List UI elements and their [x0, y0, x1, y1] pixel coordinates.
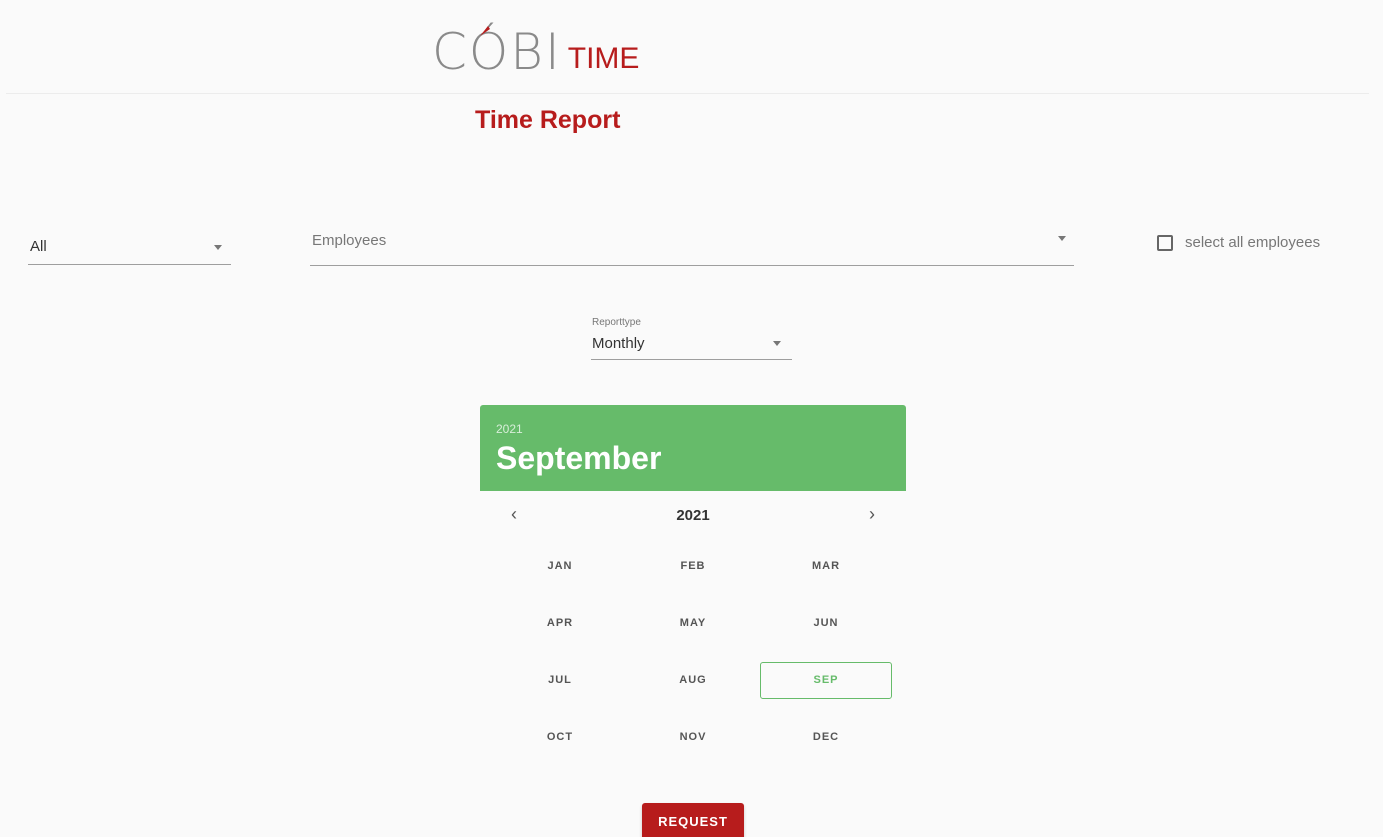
month-jul[interactable]: JUL — [494, 662, 626, 699]
checkbox-icon[interactable] — [1157, 234, 1173, 251]
header-divider — [6, 93, 1369, 94]
logo-product: TIME — [567, 42, 640, 75]
caret-down-icon — [773, 341, 781, 346]
picker-header-year[interactable]: 2021 — [496, 422, 523, 436]
select-all-employees-checkbox[interactable]: select all employees — [1157, 234, 1320, 251]
employees-select[interactable]: Employees — [310, 224, 1074, 266]
request-button[interactable]: REQUEST — [642, 803, 744, 837]
logo-accent-icon — [480, 26, 490, 36]
employees-placeholder: Employees — [312, 232, 387, 249]
logo-brand: CÓBI — [432, 23, 562, 81]
caret-down-icon — [1058, 236, 1066, 241]
reporttype-select[interactable]: Reporttype Monthly — [591, 314, 792, 360]
month-dec[interactable]: DEC — [760, 719, 892, 756]
reporttype-label: Reporttype — [592, 317, 641, 328]
month-apr[interactable]: APR — [494, 605, 626, 642]
month-jan[interactable]: JAN — [494, 548, 626, 585]
caret-down-icon — [214, 245, 222, 250]
page-title: Time Report — [475, 106, 621, 134]
month-nov[interactable]: NOV — [627, 719, 759, 756]
group-select-value: All — [30, 238, 47, 255]
month-grid: JAN FEB MAR APR MAY JUN JUL AUG SEP OCT NOV DEC — [480, 491, 906, 771]
month-aug[interactable]: AUG — [627, 662, 759, 699]
month-picker: 2021 ‹ › JAN FEB MAR APR MAY JUN JUL AUG SEP OCT N… — [480, 491, 906, 771]
group-select[interactable]: All — [28, 228, 231, 265]
month-sep[interactable]: SEP — [760, 662, 892, 699]
reporttype-value: Monthly — [592, 335, 645, 352]
month-oct[interactable]: OCT — [494, 719, 626, 756]
app-header: CÓBI TIME — [0, 0, 1383, 94]
month-mar[interactable]: MAR — [760, 548, 892, 585]
month-may[interactable]: MAY — [627, 605, 759, 642]
month-picker-header: 2021 September — [480, 405, 906, 491]
month-jun[interactable]: JUN — [760, 605, 892, 642]
cobi-time-logo: CÓBI TIME — [432, 20, 639, 80]
month-feb[interactable]: FEB — [627, 548, 759, 585]
picker-header-month: September — [496, 440, 662, 476]
select-all-employees-label: select all employees — [1185, 234, 1321, 251]
